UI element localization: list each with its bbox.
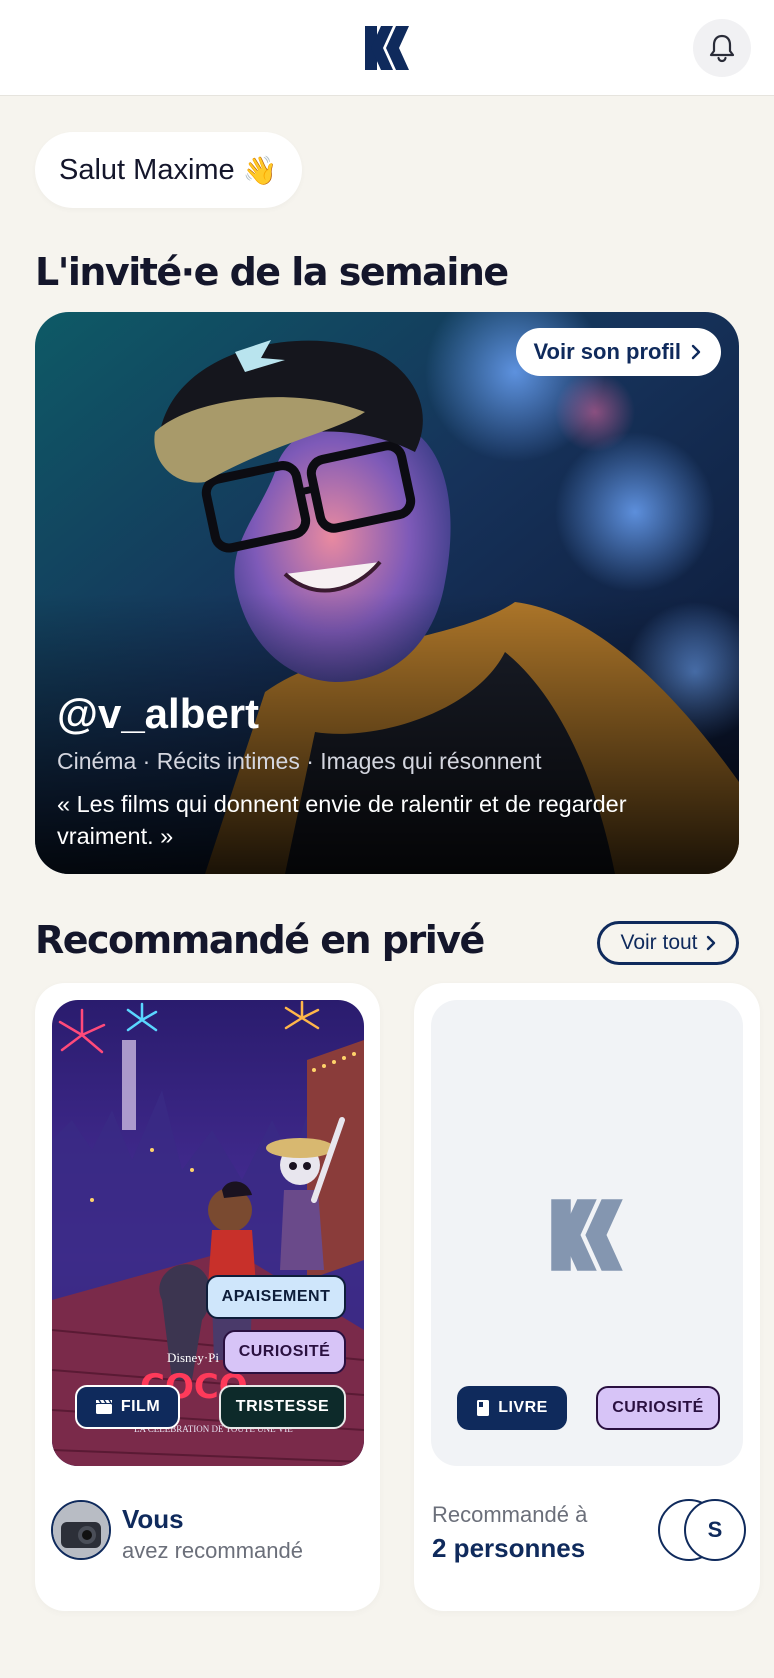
svg-text:Disney·Pi: Disney·Pi (167, 1350, 219, 1365)
wave-emoji: 👋 (242, 154, 278, 186)
guest-quote: « Les films qui donnent envie de ralenti… (57, 791, 627, 849)
guest-handle[interactable]: @v_albert (57, 690, 259, 738)
see-all-button[interactable]: Voir tout (597, 921, 739, 965)
private-section-title: Recommandé en privé (35, 918, 485, 962)
guest-tags: Cinéma · Récits intimes · Images qui rés… (57, 748, 542, 774)
greeting-text: Salut Maxime (59, 153, 235, 186)
recommender-sub: avez recommandé (122, 1538, 303, 1563)
recipients-count: 2 personnes (432, 1533, 586, 1563)
avatar-initial: S (707, 1517, 723, 1542)
emotion-chip[interactable]: CURIOSITÉ (596, 1386, 720, 1430)
greeting-pill: Salut Maxime 👋 (35, 132, 302, 208)
chevron-right-icon (706, 935, 715, 951)
brand-logo-icon[interactable] (363, 24, 411, 72)
top-bar (0, 0, 774, 96)
recommendation-card[interactable]: LIVRE CURIOSITÉ Recommandé à 2 personnes… (414, 983, 760, 1611)
book-icon (477, 1400, 490, 1416)
recommendation-card[interactable]: Disney·Pi COCO LA CÉLÉBRATION DE TOUTE U… (35, 983, 380, 1611)
avatar[interactable] (51, 1500, 111, 1560)
see-all-label: Voir tout (620, 931, 698, 954)
recipients-label: Recommandé à (432, 1502, 588, 1527)
guest-section-title: L'invité·e de la semaine (35, 250, 509, 294)
brand-logo-icon (551, 1199, 623, 1271)
avatar[interactable]: S (684, 1499, 746, 1561)
type-chip[interactable]: LIVRE (457, 1386, 567, 1430)
recommender-name: Vous (122, 1504, 184, 1534)
bell-icon[interactable] (693, 19, 751, 77)
emotion-chip[interactable]: CURIOSITÉ (223, 1330, 346, 1374)
emotion-chip[interactable]: APAISEMENT (206, 1275, 346, 1319)
emotion-chip[interactable]: TRISTESSE (219, 1385, 346, 1429)
chevron-right-icon (691, 344, 701, 360)
clapperboard-icon (95, 1399, 112, 1414)
view-profile-label: Voir son profil (533, 339, 681, 364)
type-chip-label: LIVRE (498, 1399, 548, 1416)
guest-card[interactable]: Voir son profil @v_albert Cinéma · Récit… (35, 312, 739, 874)
type-chip-label: FILM (120, 1398, 161, 1415)
type-chip[interactable]: FILM (75, 1385, 180, 1429)
view-profile-button[interactable]: Voir son profil (515, 328, 721, 376)
